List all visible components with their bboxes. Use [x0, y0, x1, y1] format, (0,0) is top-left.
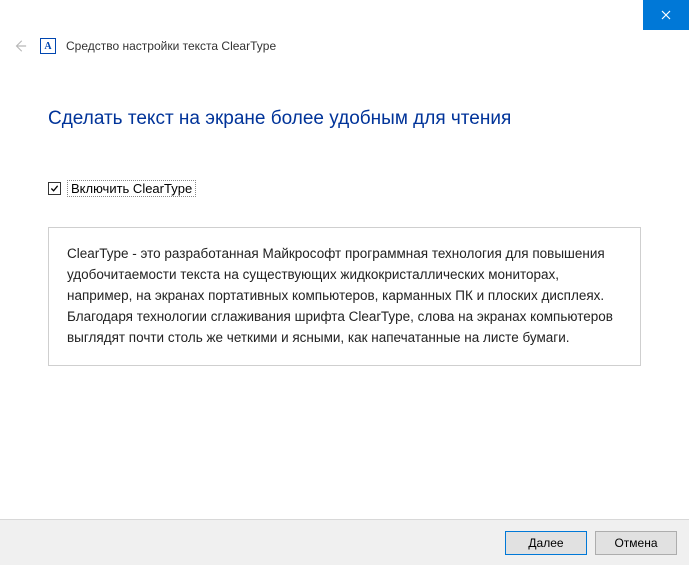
app-icon: A — [40, 38, 56, 54]
titlebar — [0, 0, 689, 30]
close-icon — [661, 10, 671, 20]
cancel-button[interactable]: Отмена — [595, 531, 677, 555]
checkmark-icon — [50, 184, 59, 193]
enable-cleartype-row: Включить ClearType — [48, 180, 641, 197]
back-arrow-icon — [13, 39, 27, 53]
content-area: Сделать текст на экране более удобным дл… — [0, 68, 689, 366]
next-button[interactable]: Далее — [505, 531, 587, 555]
page-heading: Сделать текст на экране более удобным дл… — [48, 108, 641, 130]
enable-cleartype-label[interactable]: Включить ClearType — [67, 180, 196, 197]
close-button[interactable] — [643, 0, 689, 30]
description-text: ClearType - это разработанная Майкрософт… — [48, 227, 641, 366]
window-title: Средство настройки текста ClearType — [66, 39, 276, 53]
footer: Далее Отмена — [0, 519, 689, 565]
back-button[interactable] — [10, 36, 30, 56]
header: A Средство настройки текста ClearType — [0, 30, 689, 68]
enable-cleartype-checkbox[interactable] — [48, 182, 61, 195]
